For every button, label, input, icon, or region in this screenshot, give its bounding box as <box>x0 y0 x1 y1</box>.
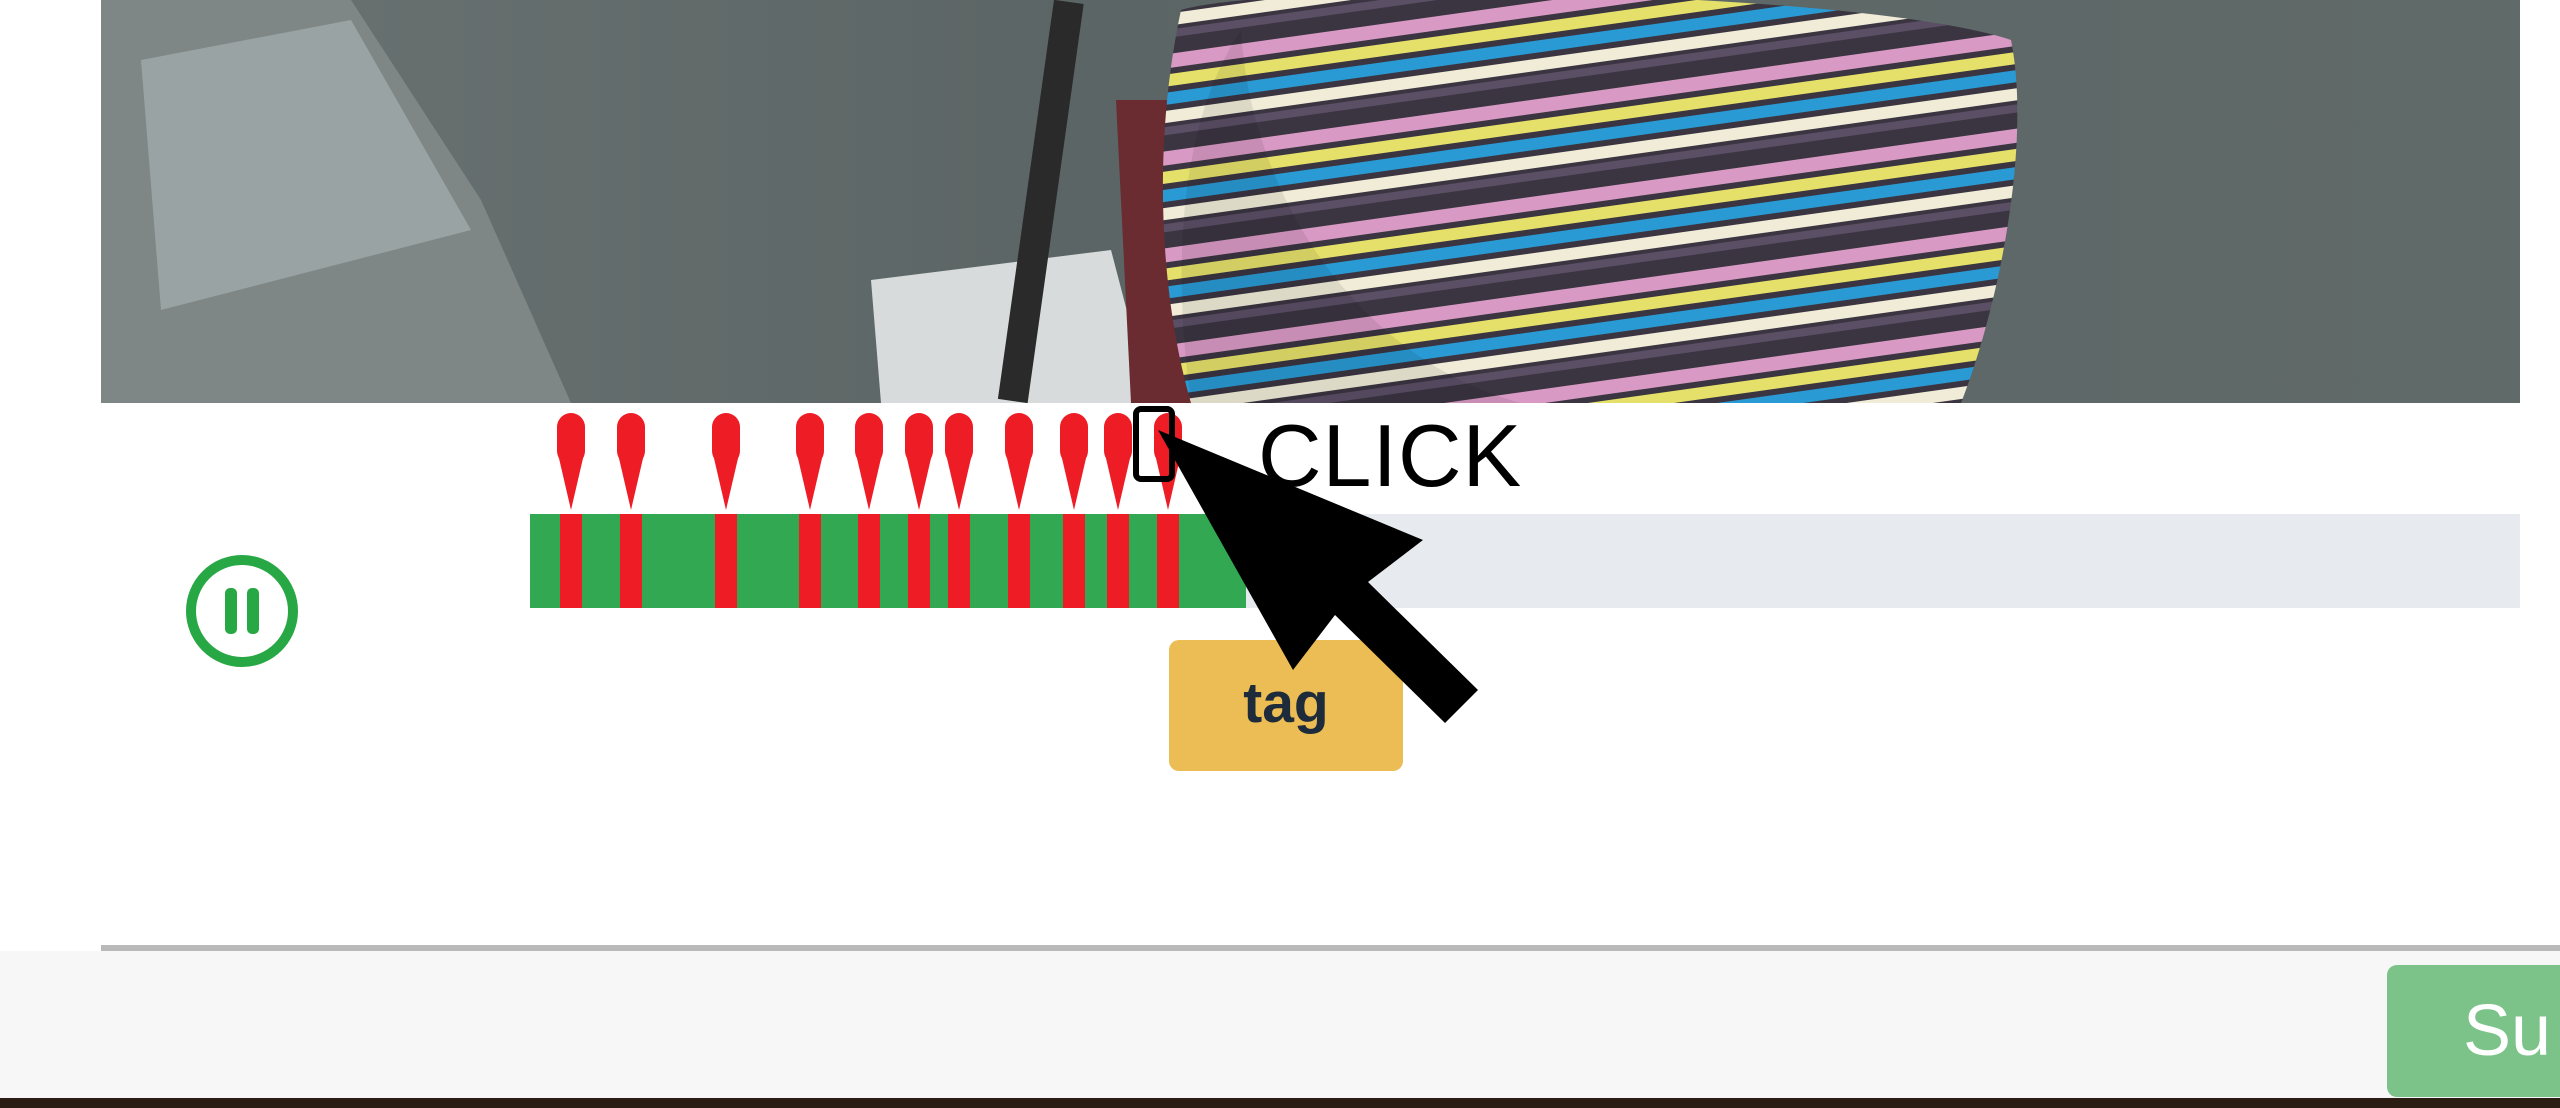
tag-marker-pin[interactable] <box>1004 412 1034 510</box>
tag-marker-bar <box>798 514 821 608</box>
video-still-image <box>101 0 2520 403</box>
tag-marker-pin[interactable] <box>1059 412 1089 510</box>
arrow-cursor-icon <box>1158 430 1478 723</box>
pause-icon <box>186 555 298 667</box>
tag-marker-bar <box>1107 514 1130 608</box>
tag-marker-bar <box>858 514 881 608</box>
tag-marker-bar <box>619 514 642 608</box>
video-frame[interactable] <box>101 0 2520 403</box>
tag-marker-bar <box>559 514 582 608</box>
tag-marker-bar <box>908 514 931 608</box>
pause-button[interactable] <box>184 553 300 669</box>
timeline-track[interactable] <box>530 514 2520 608</box>
tag-marker-pin[interactable] <box>944 412 974 510</box>
tag-marker-bar <box>947 514 970 608</box>
tag-marker-pin[interactable] <box>1103 412 1133 510</box>
submit-button[interactable]: Su <box>2387 965 2560 1097</box>
tag-marker-pin[interactable] <box>795 412 825 510</box>
timeline <box>530 412 2520 608</box>
tag-marker-pin[interactable] <box>854 412 884 510</box>
tag-marker-bar <box>715 514 738 608</box>
tag-marker-bar <box>1007 514 1030 608</box>
tag-marker-pin[interactable] <box>711 412 741 510</box>
window-bottom-edge <box>0 1098 2560 1108</box>
tag-marker-bar <box>1063 514 1086 608</box>
footer <box>0 951 2560 1098</box>
tag-marker-pin[interactable] <box>904 412 934 510</box>
tag-marker-pin[interactable] <box>556 412 586 510</box>
tag-marker-pin[interactable] <box>616 412 646 510</box>
